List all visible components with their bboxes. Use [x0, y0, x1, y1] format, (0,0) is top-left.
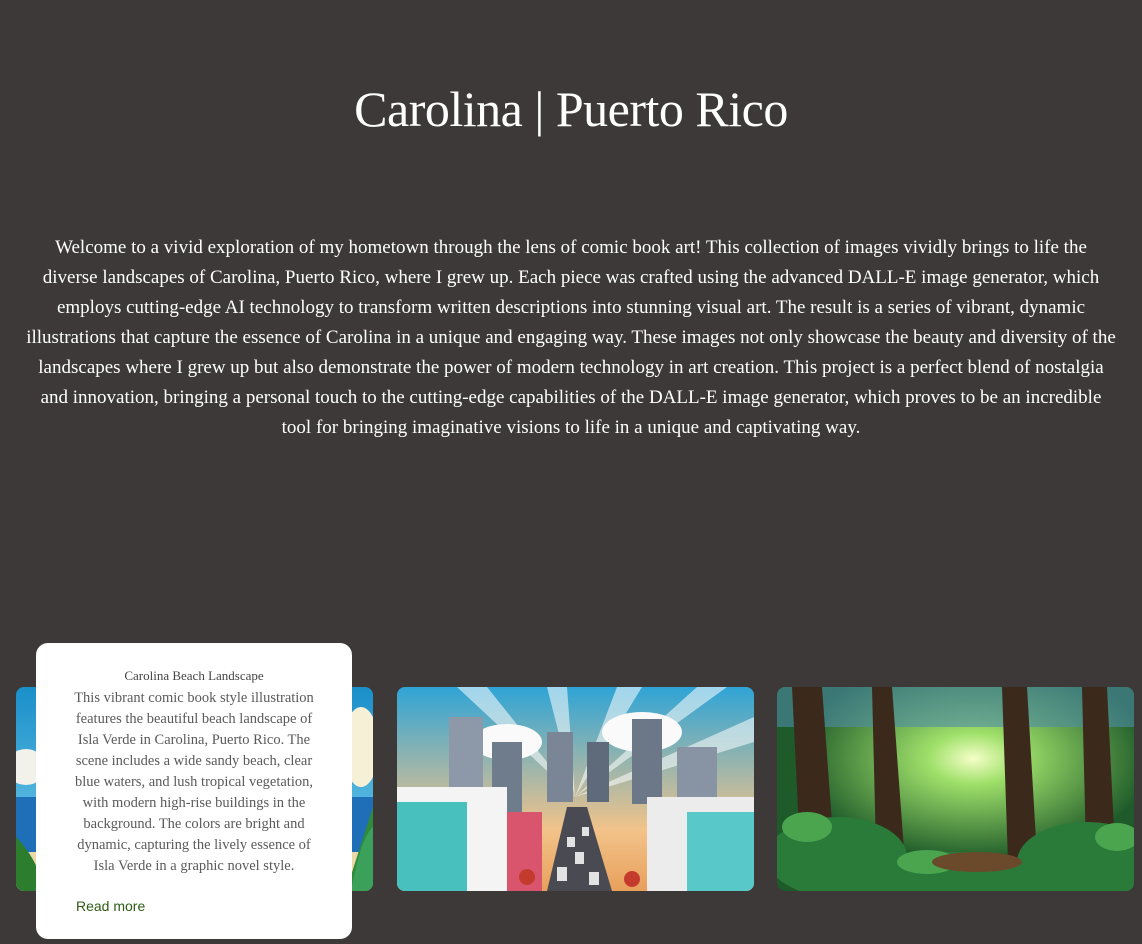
caption-title: Carolina Beach Landscape	[124, 668, 264, 683]
page-title: Carolina | Puerto Rico	[354, 81, 788, 137]
city-street-illustration	[397, 687, 754, 891]
gallery-image-forest[interactable]	[777, 687, 1134, 891]
image-caption-card: Carolina Beach Landscape This vibrant co…	[36, 643, 352, 939]
gallery-image-city[interactable]	[397, 687, 754, 891]
intro-paragraph: Welcome to a vivid exploration of my hom…	[26, 237, 1116, 438]
forest-illustration	[777, 687, 1134, 891]
caption-text: This vibrant comic book style illustrati…	[74, 690, 314, 874]
read-more-link[interactable]: Read more	[76, 898, 145, 914]
